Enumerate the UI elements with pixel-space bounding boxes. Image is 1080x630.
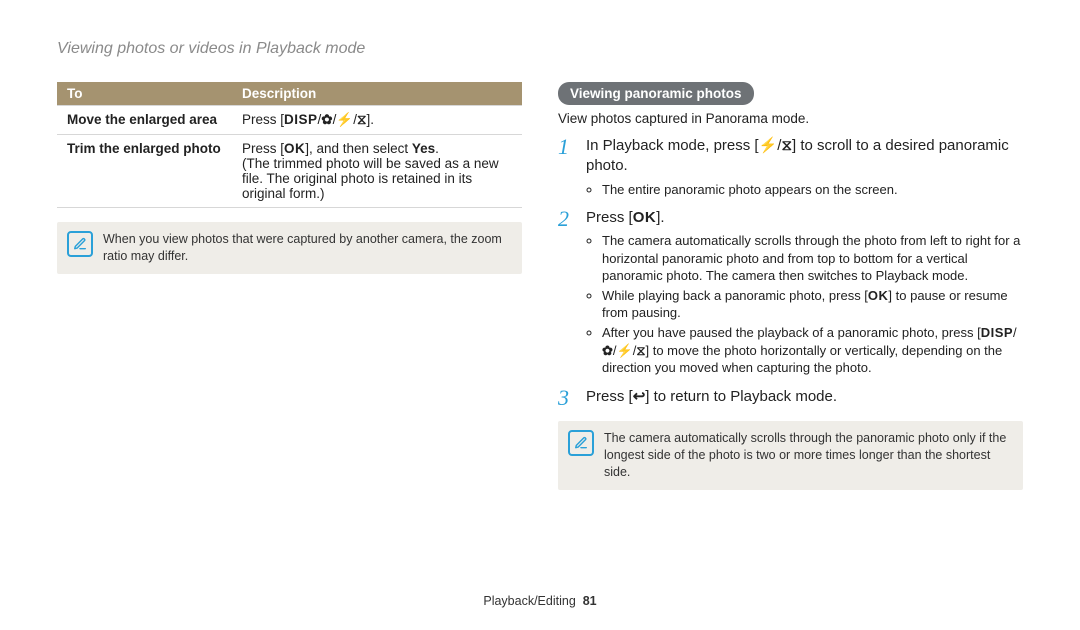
text-fragment: Press [ (586, 209, 633, 226)
section-heading: Viewing panoramic photos (558, 82, 754, 105)
timer-icon (357, 112, 366, 128)
bullet: After you have paused the playback of a … (602, 324, 1023, 377)
flash-icon (617, 342, 633, 360)
page-number: 81 (583, 594, 597, 608)
left-column: To Description Move the enlarged area Pr… (57, 82, 522, 490)
step-text: In Playback mode, press [/] to scroll to… (586, 136, 1023, 177)
row-action: Move the enlarged area (57, 106, 232, 135)
steps-list: In Playback mode, press [/] to scroll to… (558, 136, 1023, 407)
text-fragment: (The trimmed photo will be saved as a ne… (242, 156, 499, 201)
note-box: The camera automatically scrolls through… (558, 421, 1023, 490)
info-icon (568, 430, 594, 456)
table-row: Move the enlarged area Press [DISP///]. (57, 106, 522, 135)
text-fragment: ]. (656, 209, 664, 226)
flash-icon (759, 136, 778, 156)
footer-section: Playback/Editing (483, 594, 575, 608)
disp-icon: DISP (981, 325, 1013, 340)
table-header-description: Description (232, 82, 522, 106)
step-1: In Playback mode, press [/] to scroll to… (558, 136, 1023, 198)
right-column: Viewing panoramic photos View photos cap… (558, 82, 1023, 490)
macro-icon (602, 342, 613, 360)
bullet: The camera automatically scrolls through… (602, 232, 1023, 285)
page-title: Viewing photos or videos in Playback mod… (57, 40, 1023, 58)
text-fragment: While playing back a panoramic photo, pr… (602, 288, 868, 303)
step-2: Press [OK]. The camera automatically scr… (558, 208, 1023, 377)
table-header-to: To (57, 82, 232, 106)
two-column-layout: To Description Move the enlarged area Pr… (57, 82, 1023, 490)
text-fragment: . (435, 141, 439, 156)
flash-icon (336, 112, 353, 128)
info-icon (67, 231, 93, 257)
text-fragment: ] to move the photo horizontally or vert… (602, 343, 1002, 376)
table-row: Trim the enlarged photo Press [OK], and … (57, 135, 522, 208)
text-fragment: Press [ (242, 141, 284, 156)
row-description: Press [DISP///]. (232, 106, 522, 135)
actions-table: To Description Move the enlarged area Pr… (57, 82, 522, 208)
return-icon (633, 387, 646, 407)
text-fragment: Press [ (242, 112, 284, 127)
text-fragment: After you have paused the playback of a … (602, 325, 981, 340)
row-action: Trim the enlarged photo (57, 135, 232, 208)
step-bullets: The entire panoramic photo appears on th… (586, 181, 1023, 199)
note-box: When you view photos that were captured … (57, 222, 522, 274)
bullet: While playing back a panoramic photo, pr… (602, 287, 1023, 322)
text-fragment: In Playback mode, press [ (586, 137, 759, 154)
text-fragment: Press [ (586, 388, 633, 405)
note-text: The camera automatically scrolls through… (604, 430, 1013, 481)
text-fragment: ] to return to Playback mode. (645, 388, 837, 405)
bullet: The entire panoramic photo appears on th… (602, 181, 1023, 199)
step-text: Press [OK]. (586, 208, 1023, 228)
step-bullets: The camera automatically scrolls through… (586, 232, 1023, 376)
timer-icon (781, 136, 792, 156)
ok-icon: OK (633, 209, 657, 226)
text-fragment: ], and then select (305, 141, 412, 156)
macro-icon (321, 112, 332, 128)
bold-text: Yes (412, 141, 435, 156)
ok-icon: OK (868, 288, 889, 303)
ok-icon: OK (284, 141, 305, 156)
page-footer: Playback/Editing 81 (0, 594, 1080, 608)
note-text: When you view photos that were captured … (103, 231, 512, 265)
step-3: Press [ ] to return to Playback mode. (558, 387, 1023, 407)
disp-icon: DISP (284, 112, 318, 127)
step-text: Press [ ] to return to Playback mode. (586, 387, 1023, 407)
section-intro: View photos captured in Panorama mode. (558, 111, 1023, 126)
row-description: Press [OK], and then select Yes. (The tr… (232, 135, 522, 208)
text-fragment: ]. (366, 112, 374, 127)
